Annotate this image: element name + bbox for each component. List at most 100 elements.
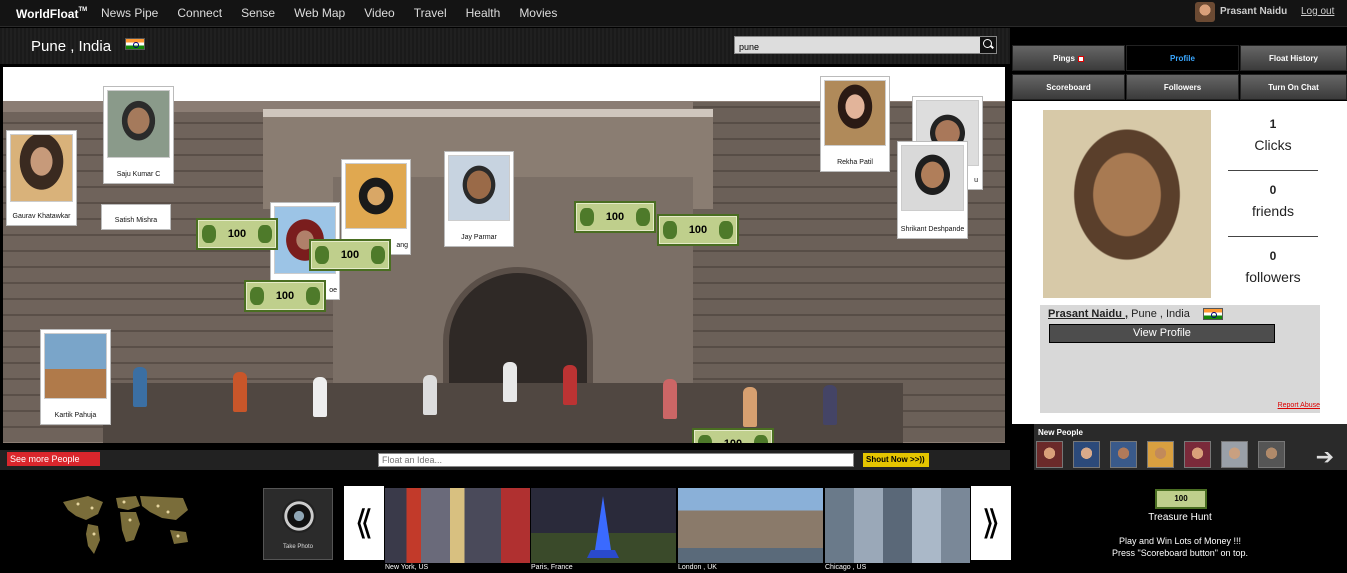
new-person-thumb[interactable] (1036, 441, 1063, 468)
person-name: Gaurav Khatawkar (12, 213, 71, 220)
person-name: Jay Parmar (461, 234, 497, 241)
new-person-thumb[interactable] (1147, 441, 1174, 468)
profile-info: Prasant Naidu , Pune , India View Profil… (1040, 305, 1320, 413)
clicks-count: 1 (1269, 117, 1277, 131)
city-label: Paris, France (531, 564, 573, 571)
take-photo-button[interactable]: Take Photo (263, 488, 333, 560)
logout-link[interactable]: Log out (1301, 6, 1334, 17)
friends-count: 0 (1269, 183, 1277, 197)
crowd-person (423, 375, 437, 415)
person-photo (345, 163, 407, 229)
location-title: Pune , India (31, 38, 112, 55)
nav-item-video[interactable]: Video (364, 6, 394, 20)
search-box (734, 36, 997, 55)
tab-float-history[interactable]: Float History (1240, 45, 1347, 71)
person-card[interactable]: Saju Kumar C (103, 86, 174, 184)
person-card[interactable]: Kartik Pahuja (40, 329, 111, 425)
world-map-icon[interactable] (58, 490, 195, 558)
city-thumb-chicago[interactable] (825, 488, 970, 563)
profile-location: Pune , India (1128, 308, 1190, 320)
person-card[interactable]: Shrikant Deshpande (897, 141, 968, 239)
arrow-right-icon[interactable]: ➔ (1316, 444, 1334, 470)
crowd-person (233, 372, 247, 412)
report-abuse-link[interactable]: Report Abuse (1278, 402, 1320, 409)
person-name: Saju Kumar C (116, 171, 161, 178)
crowd-person (563, 365, 577, 405)
treasure-bill[interactable]: 100 (309, 239, 391, 271)
friends-label: friends (1251, 203, 1295, 219)
tab-pings[interactable]: Pings (1012, 45, 1125, 71)
see-more-people-button[interactable]: See more People (7, 452, 100, 466)
city-thumb-paris[interactable] (531, 488, 676, 563)
treasure-hunt-title[interactable]: Treasure Hunt (1100, 512, 1260, 523)
search-icon[interactable] (980, 37, 996, 53)
person-photo (107, 90, 170, 158)
crowd-person (133, 367, 147, 407)
nav-item-health[interactable]: Health (466, 6, 501, 20)
person-name: Kartik Pahuja (54, 412, 97, 419)
carousel-prev-button[interactable]: ⟪ (344, 486, 384, 560)
new-person-thumb[interactable] (1258, 441, 1285, 468)
nav-item-movies[interactable]: Movies (519, 6, 557, 20)
new-person-thumb[interactable] (1184, 441, 1211, 468)
nav-menu: News Pipe Connect Sense Web Map Video Tr… (101, 6, 576, 20)
camera-icon (282, 499, 316, 533)
profile-name: Prasant Naidu , Pune , India (1048, 308, 1223, 321)
new-person-thumb[interactable] (1110, 441, 1137, 468)
tab-turn-on-chat[interactable]: Turn On Chat (1240, 74, 1347, 100)
treasure-bill[interactable]: 100 (196, 218, 278, 250)
logo[interactable]: WorldFloatTM (16, 7, 87, 21)
nav-item-news-pipe[interactable]: News Pipe (101, 6, 158, 20)
person-photo (10, 134, 73, 202)
person-card[interactable]: Jay Parmar (444, 151, 514, 247)
treasure-bill[interactable]: 100 (692, 428, 774, 443)
treasure-line-1: Play and Win Lots of Money !!! (1118, 536, 1242, 546)
eiffel-tower-icon (587, 496, 619, 558)
divider (1228, 170, 1318, 171)
stat-clicks: 1 Clicks (1228, 117, 1318, 153)
treasure-bill[interactable]: 100 (574, 201, 656, 233)
treasure-hunt-bill-icon[interactable]: 100 (1155, 489, 1207, 509)
crowd-person (823, 385, 837, 425)
city-thumb-new-york[interactable] (385, 488, 530, 563)
treasure-bill[interactable]: 100 (244, 280, 326, 312)
india-flag-icon (125, 38, 145, 50)
new-people-strip: New People ➔ (1034, 424, 1347, 470)
treasure-hunt-description: Play and Win Lots of Money !!! Press "Sc… (1080, 535, 1280, 559)
right-tabs: Pings Profile Float History Scoreboard F… (1012, 45, 1347, 101)
city-label: Chicago , US (825, 564, 867, 571)
divider (1228, 236, 1318, 237)
person-card[interactable]: Satish Mishra (101, 204, 171, 230)
person-card[interactable]: Rekha Patil (820, 76, 890, 172)
scene-canvas[interactable]: Gaurav Khatawkar Saju Kumar C Satish Mis… (3, 67, 1005, 443)
ping-indicator-icon (1077, 55, 1084, 62)
nav-item-sense[interactable]: Sense (241, 6, 275, 20)
treasure-bill[interactable]: 100 (657, 214, 739, 246)
view-profile-button[interactable]: View Profile (1049, 324, 1275, 343)
crowd-person (743, 387, 757, 427)
tab-profile[interactable]: Profile (1126, 45, 1239, 71)
new-person-thumb[interactable] (1073, 441, 1100, 468)
crowd-person (313, 377, 327, 417)
city-thumb-london[interactable] (678, 488, 823, 563)
new-person-thumb[interactable] (1221, 441, 1248, 468)
nav-item-connect[interactable]: Connect (177, 6, 222, 20)
city-label: London , UK (678, 564, 717, 571)
profile-name-link[interactable]: Prasant Naidu , (1048, 308, 1128, 320)
shout-now-button[interactable]: Shout Now >>)) (863, 453, 929, 467)
user-name[interactable]: Prasant Naidu (1220, 6, 1287, 17)
carousel-next-button[interactable]: ⟫ (971, 486, 1011, 560)
float-idea-input[interactable] (378, 453, 854, 467)
search-input[interactable] (735, 39, 975, 55)
nav-item-web-map[interactable]: Web Map (294, 6, 345, 20)
tab-followers[interactable]: Followers (1126, 74, 1239, 100)
stat-followers: 0 followers (1228, 249, 1318, 285)
india-flag-icon (1202, 308, 1223, 321)
nav-item-travel[interactable]: Travel (414, 6, 447, 20)
new-people-label: New People (1038, 428, 1083, 437)
user-avatar[interactable] (1195, 2, 1215, 22)
person-card[interactable]: Gaurav Khatawkar (6, 130, 77, 226)
top-nav: WorldFloatTM News Pipe Connect Sense Web… (0, 0, 1347, 27)
page: WorldFloatTM News Pipe Connect Sense Web… (0, 0, 1347, 573)
tab-scoreboard[interactable]: Scoreboard (1012, 74, 1125, 100)
